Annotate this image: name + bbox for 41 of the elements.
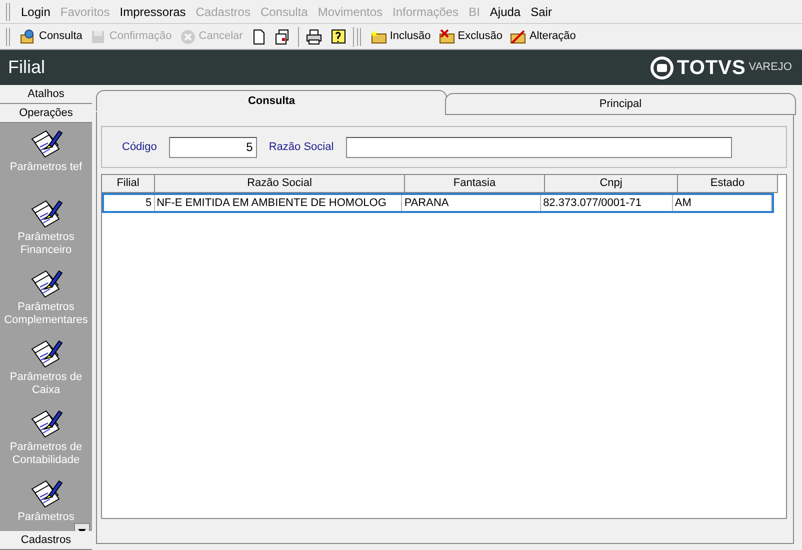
menu-item[interactable]: Ajuda [484,0,526,22]
menu-item[interactable]: Sair [526,0,557,22]
cancel-icon [180,28,196,44]
field-label: Código [122,140,157,155]
column-header[interactable]: Cnpj [545,175,678,193]
brand-subtitle: VAREJO [748,60,792,76]
column-header[interactable]: Razão Social [155,175,405,193]
input-field[interactable] [346,136,732,158]
column-header[interactable]: Filial [102,175,155,193]
brand-name: TOTVS [676,56,746,80]
input-field[interactable]: 5 [168,136,257,158]
logo-icon [650,56,674,80]
menu-item[interactable]: Login [16,0,56,22]
help-icon[interactable] [330,28,346,44]
tab[interactable]: Consulta [96,90,447,111]
toolbar-button[interactable]: Exclusão [434,27,506,46]
folder-star-icon [370,28,387,44]
table-cell: 82.373.077/0001-71 [541,195,673,211]
section-header[interactable]: Atalhos [0,85,92,104]
table-cell: 5 [104,195,155,211]
toolbar-button[interactable]: Inclusão [366,27,435,46]
table-cell: AM [672,195,772,211]
table-row[interactable]: 5 NF-E EMITIDA EM AMBIENTE DE HOMOLOG PARANA 82.373.077/0001-71 AM [102,193,774,213]
table-cell: PARANA [402,195,542,211]
folder-globe-icon [20,28,36,44]
printer-icon[interactable] [306,28,322,44]
document-stack-icon[interactable] [274,28,291,44]
toolbar-button[interactable]: Alteração [506,27,580,46]
folder-cross-icon [438,28,455,44]
blank-page-icon[interactable] [250,28,267,44]
section-header[interactable]: Operações [0,104,92,123]
window-title: Filial [8,56,46,79]
column-header[interactable]: Fantasia [405,175,545,193]
menu-item[interactable]: Impressoras [114,0,191,22]
column-header[interactable]: Estado [678,175,778,193]
tab[interactable]: Principal [445,93,796,115]
folder-pencil-icon [510,28,526,44]
section-header[interactable]: Cadastros [0,531,92,550]
toolbar-button[interactable]: Consulta [16,27,86,46]
field-label: Razão Social [268,140,334,155]
table-cell: NF-E EMITIDA EM AMBIENTE DE HOMOLOG [154,195,402,211]
